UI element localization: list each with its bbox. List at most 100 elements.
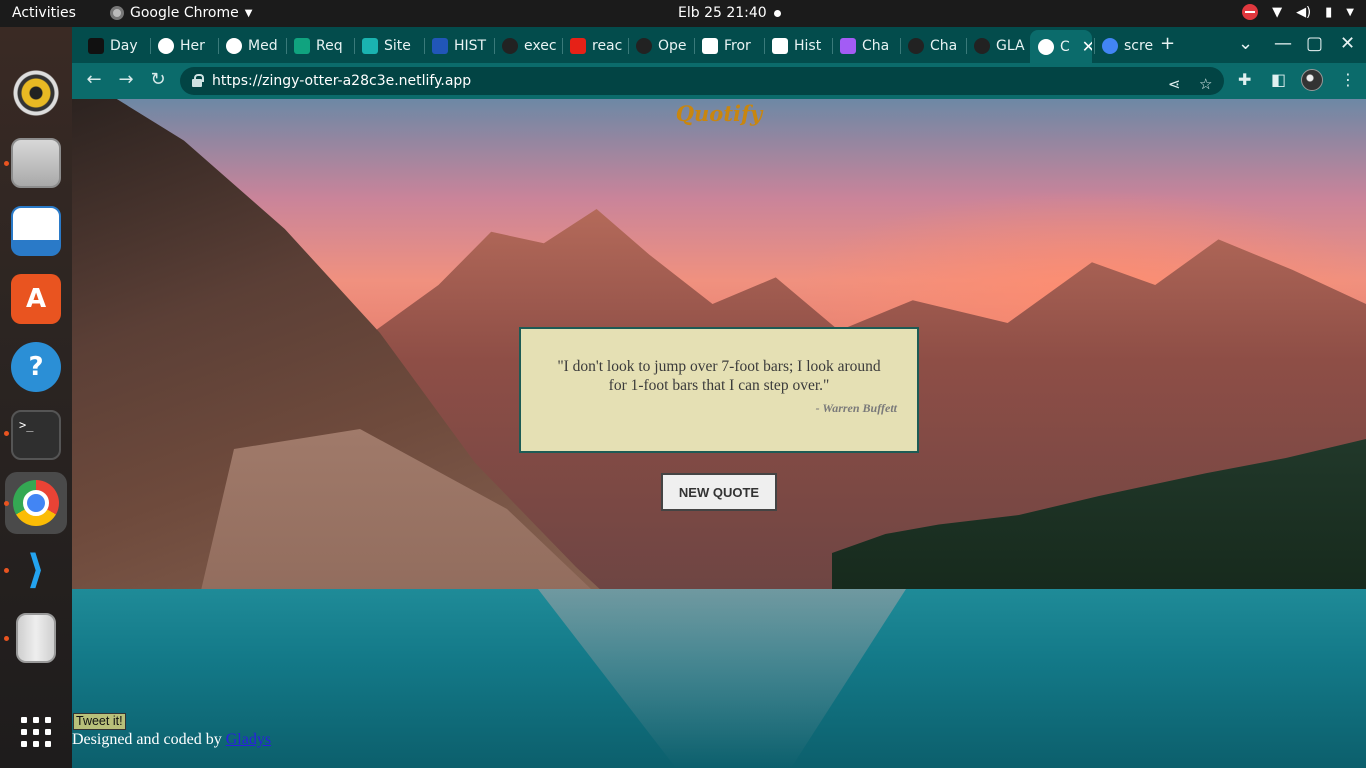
menu-icon[interactable]: ⋮ — [1340, 70, 1356, 89]
software-store-icon[interactable]: A — [11, 274, 61, 324]
github-icon — [974, 37, 990, 54]
close-tab-icon[interactable]: ✕ — [1082, 37, 1092, 56]
quote-author: - Warren Buffett — [815, 401, 897, 415]
back-button[interactable]: ← — [82, 69, 106, 90]
globe-icon — [158, 37, 174, 54]
tab-11[interactable]: Hist — [764, 32, 830, 59]
tab-12[interactable]: Cha — [832, 32, 898, 59]
activities-button[interactable]: Activities — [12, 5, 76, 21]
minimize-button[interactable]: — — [1274, 33, 1292, 54]
chrome-dock-item[interactable] — [5, 472, 67, 534]
history-icon — [772, 37, 788, 54]
show-applications-button[interactable] — [11, 707, 61, 757]
tab-2[interactable]: Her — [150, 32, 216, 59]
share-icon[interactable]: ⋖ — [1168, 75, 1181, 93]
side-panel-icon[interactable]: ◧ — [1271, 70, 1286, 89]
battery-icon: ▮ — [1325, 4, 1333, 20]
tweet-button[interactable]: Tweet it! — [73, 713, 126, 730]
new-tab-button[interactable]: + — [1160, 33, 1175, 54]
github-icon — [636, 37, 652, 54]
browser-toolbar: ← → ↻ https://zingy-otter-a28c3e.netlify… — [72, 63, 1366, 99]
system-tray[interactable]: ▼ ◀) ▮ ▼ — [1242, 4, 1354, 20]
tab-label: Ope — [658, 37, 687, 54]
tab-label: reac — [592, 37, 623, 54]
volume-icon: ◀) — [1296, 4, 1312, 20]
notification-dot — [774, 10, 781, 17]
tab-label: Med — [248, 37, 278, 54]
tab-label: exec — [524, 37, 557, 54]
page-viewport: Quotify "I don't look to jump over 7-foo… — [72, 99, 1366, 768]
tab-label: Cha — [862, 37, 890, 54]
address-bar[interactable]: https://zingy-otter-a28c3e.netlify.app ⋖… — [180, 67, 1224, 95]
app-menu-label: Google Chrome — [130, 5, 239, 21]
rhythmbox-icon[interactable] — [11, 68, 61, 118]
tab-label: Hist — [794, 37, 822, 54]
close-window-button[interactable]: ✕ — [1340, 33, 1355, 54]
github-icon — [908, 37, 924, 54]
tab-4[interactable]: Req — [286, 32, 352, 59]
tab-14[interactable]: GLA — [966, 32, 1028, 59]
tab-10[interactable]: Fror — [694, 32, 762, 59]
lock-icon — [192, 74, 204, 87]
terminal-icon[interactable]: >_ — [11, 410, 61, 460]
tab-label: Day — [110, 37, 138, 54]
clock[interactable]: Elb 25 21:40 — [678, 5, 767, 21]
author-link[interactable]: Gladys — [226, 731, 271, 748]
extensions-icon[interactable]: ✚ — [1238, 70, 1251, 89]
tab-8[interactable]: reac — [562, 32, 626, 59]
tab-13[interactable]: Cha — [900, 32, 964, 59]
tab-strip: Day Her Med Req Site HIST exec reac Ope Fror Hist C… — [72, 27, 1366, 63]
tab-9[interactable]: Ope — [628, 32, 692, 59]
page-title: Quotify — [675, 101, 763, 126]
tab-1[interactable]: Day — [80, 32, 148, 59]
youtube-icon — [570, 37, 586, 54]
chrome-icon — [110, 6, 124, 20]
system-top-bar: Activities Google Chrome ▼ Elb 25 21:40 … — [0, 0, 1366, 27]
wifi-icon: ▼ — [1272, 4, 1283, 20]
forward-button[interactable]: → — [114, 69, 138, 90]
tab-label: Cha — [930, 37, 958, 54]
globe-icon — [1038, 38, 1054, 55]
reload-button[interactable]: ↻ — [146, 69, 170, 90]
document-icon — [702, 37, 718, 54]
tab-label: Req — [316, 37, 343, 54]
profile-avatar[interactable] — [1301, 69, 1323, 91]
help-icon[interactable]: ? — [11, 342, 61, 392]
files-icon[interactable] — [11, 138, 61, 188]
archive-manager-icon[interactable] — [16, 613, 56, 663]
chevron-down-icon: ▼ — [244, 7, 253, 19]
tab-3[interactable]: Med — [218, 32, 284, 59]
running-indicator — [4, 501, 9, 506]
new-quote-button[interactable]: NEW QUOTE — [661, 473, 777, 511]
bookmark-star-icon[interactable]: ☆ — [1199, 75, 1212, 93]
tab-label: HIST — [454, 37, 487, 54]
tab-label: scre — [1124, 37, 1154, 54]
footer-credit: Designed and coded by Gladys — [72, 731, 271, 749]
vscode-icon[interactable]: ⟩ — [11, 545, 61, 595]
tab-label: Fror — [724, 37, 751, 54]
tab-label: Site — [384, 37, 411, 54]
maximize-button[interactable]: ▢ — [1306, 33, 1323, 54]
diamond-icon — [362, 37, 378, 54]
tab-label: GLA — [996, 37, 1025, 54]
quote-text: "I don't look to jump over 7-foot bars; … — [557, 358, 881, 394]
running-indicator — [4, 636, 9, 641]
tab-label: C — [1060, 38, 1070, 55]
tab-15[interactable]: C ✕ — [1030, 30, 1092, 63]
running-indicator — [4, 161, 9, 166]
app-menu[interactable]: Google Chrome ▼ — [110, 5, 252, 21]
dock: A ? >_ ⟩ — [0, 27, 72, 768]
tab-7[interactable]: exec — [494, 32, 560, 59]
writer-icon[interactable] — [11, 206, 61, 256]
url-text[interactable]: https://zingy-otter-a28c3e.netlify.app — [212, 73, 471, 89]
tab-16[interactable]: scre — [1094, 32, 1158, 59]
running-indicator — [4, 431, 9, 436]
bookmark-icon — [432, 37, 448, 54]
globe-icon — [226, 37, 242, 54]
tab-6[interactable]: HIST — [424, 32, 492, 59]
tab-search-button[interactable]: ⌄ — [1238, 33, 1253, 54]
app-grid-icon — [21, 717, 51, 747]
running-indicator — [4, 568, 9, 573]
tab-5[interactable]: Site — [354, 32, 422, 59]
newsletter-icon — [88, 37, 104, 54]
